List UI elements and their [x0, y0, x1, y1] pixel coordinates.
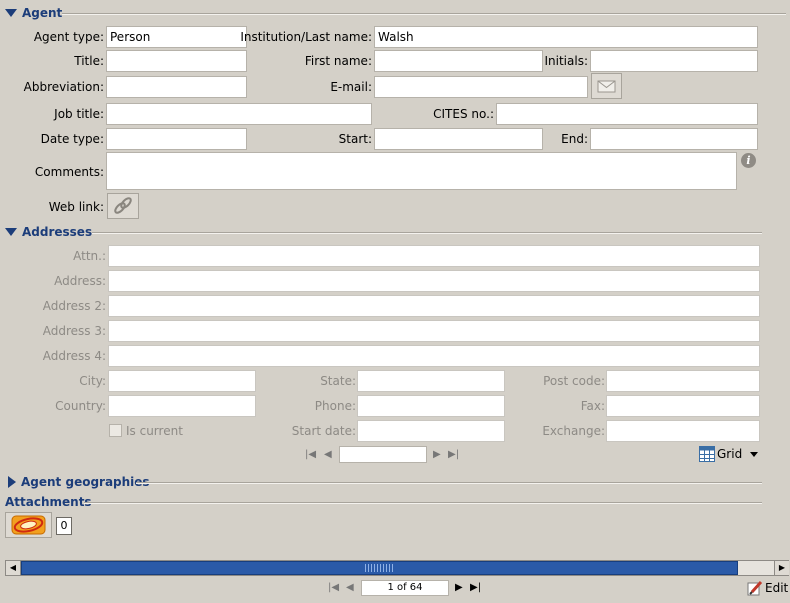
- expand-triangle-icon[interactable]: [8, 476, 16, 488]
- agent-type-field[interactable]: Person: [106, 26, 247, 48]
- date-type-label: Date type:: [40, 132, 104, 146]
- attn-field[interactable]: [108, 245, 760, 267]
- attachments-section-title: Attachments: [5, 495, 92, 509]
- grid-icon: [699, 446, 715, 462]
- start-date-label: Start date:: [291, 424, 356, 438]
- initials-label: Initials:: [544, 54, 589, 68]
- phone-field[interactable]: [357, 395, 505, 417]
- end-field[interactable]: [590, 128, 758, 150]
- fax-label: Fax:: [580, 399, 605, 413]
- next-icon[interactable]: ▶: [433, 449, 441, 460]
- agent-section-header[interactable]: Agent: [5, 6, 62, 20]
- previous-icon[interactable]: ◀: [346, 582, 354, 593]
- end-label: End:: [561, 132, 588, 146]
- record-indicator[interactable]: 1 of 64: [361, 580, 449, 596]
- scrollbar-thumb[interactable]: [21, 561, 738, 575]
- country-label: Country:: [55, 399, 106, 413]
- title-label: Title:: [74, 54, 104, 68]
- is-current-checkbox[interactable]: [109, 424, 122, 437]
- post-code-label: Post code:: [543, 374, 605, 388]
- first-name-field[interactable]: [374, 50, 543, 72]
- web-link-icon: [114, 197, 132, 214]
- address2-label: Address 2:: [42, 299, 106, 313]
- date-type-field[interactable]: [106, 128, 247, 150]
- scroll-left-icon[interactable]: ◀: [6, 561, 21, 575]
- title-field[interactable]: [106, 50, 247, 72]
- phone-label: Phone:: [314, 399, 356, 413]
- mail-icon: [597, 80, 616, 93]
- address4-field[interactable]: [108, 345, 760, 367]
- city-label: City:: [79, 374, 106, 388]
- addresses-section-rule: [92, 232, 762, 234]
- address-record-field[interactable]: [339, 446, 427, 463]
- attachment-icon: [11, 515, 46, 535]
- address4-label: Address 4:: [42, 349, 106, 363]
- agent-section-rule: [62, 13, 786, 15]
- send-email-button[interactable]: [591, 73, 622, 99]
- comments-label: Comments:: [34, 165, 104, 179]
- first-name-label: First name:: [304, 54, 372, 68]
- exchange-field[interactable]: [606, 420, 760, 442]
- web-link-label: Web link:: [48, 200, 104, 214]
- scroll-right-icon[interactable]: ▶: [774, 561, 789, 575]
- start-date-field[interactable]: [357, 420, 505, 442]
- last-page-icon[interactable]: ▶|: [448, 449, 459, 460]
- address3-label: Address 3:: [42, 324, 106, 338]
- agent-geographies-rule: [136, 482, 762, 484]
- start-label: Start:: [338, 132, 372, 146]
- cites-label: CITES no.:: [433, 107, 494, 121]
- address2-field[interactable]: [108, 295, 760, 317]
- fax-field[interactable]: [606, 395, 760, 417]
- abbreviation-label: Abbreviation:: [23, 80, 104, 94]
- city-field[interactable]: [108, 370, 256, 392]
- scrollbar-grip: [365, 564, 395, 572]
- last-page-icon[interactable]: ▶|: [470, 582, 481, 593]
- country-field[interactable]: [108, 395, 256, 417]
- collapse-triangle-icon[interactable]: [5, 9, 17, 17]
- edit-label: Edit: [765, 581, 789, 595]
- attachment-button[interactable]: [5, 512, 52, 538]
- previous-icon[interactable]: ◀: [324, 449, 332, 460]
- agent-geographies-section-title: Agent geographies: [21, 475, 150, 489]
- initials-field[interactable]: [590, 50, 758, 72]
- edit-button[interactable]: Edit: [747, 580, 788, 596]
- grid-view-toggle[interactable]: Grid: [699, 446, 759, 462]
- job-title-label: Job title:: [54, 107, 104, 121]
- addresses-section-title: Addresses: [22, 225, 93, 239]
- grid-label: Grid: [717, 447, 743, 461]
- comments-field[interactable]: [106, 152, 737, 190]
- exchange-label: Exchange:: [542, 424, 605, 438]
- info-icon[interactable]: i: [741, 153, 756, 168]
- attachment-count: 0: [56, 517, 72, 535]
- post-code-field[interactable]: [606, 370, 760, 392]
- institution-label: Institution/Last name:: [240, 30, 372, 44]
- agent-section-title: Agent: [22, 6, 63, 20]
- attachments-section-header: Attachments: [5, 495, 92, 509]
- institution-field[interactable]: Walsh: [374, 26, 758, 48]
- state-field[interactable]: [357, 370, 505, 392]
- web-link-button[interactable]: [107, 193, 139, 219]
- abbreviation-field[interactable]: [106, 76, 247, 98]
- is-current-label: Is current: [126, 424, 183, 438]
- address-label: Address:: [54, 274, 106, 288]
- agent-geographies-section-header[interactable]: Agent geographies: [8, 475, 150, 489]
- dropdown-arrow-icon[interactable]: [750, 451, 759, 457]
- first-page-icon[interactable]: |◀: [305, 449, 316, 460]
- state-label: State:: [320, 374, 356, 388]
- address3-field[interactable]: [108, 320, 760, 342]
- job-title-field[interactable]: [106, 103, 372, 125]
- edit-icon: [747, 580, 763, 596]
- agent-type-label: Agent type:: [33, 30, 104, 44]
- addresses-section-header[interactable]: Addresses: [5, 225, 92, 239]
- email-field[interactable]: [374, 76, 588, 98]
- first-page-icon[interactable]: |◀: [328, 582, 339, 593]
- email-label: E-mail:: [330, 80, 372, 94]
- cites-field[interactable]: [496, 103, 758, 125]
- next-icon[interactable]: ▶: [455, 582, 463, 593]
- attachments-rule: [84, 502, 762, 504]
- start-field[interactable]: [374, 128, 543, 150]
- attn-label: Attn.:: [73, 249, 106, 263]
- address-field[interactable]: [108, 270, 760, 292]
- collapse-triangle-icon[interactable]: [5, 228, 17, 236]
